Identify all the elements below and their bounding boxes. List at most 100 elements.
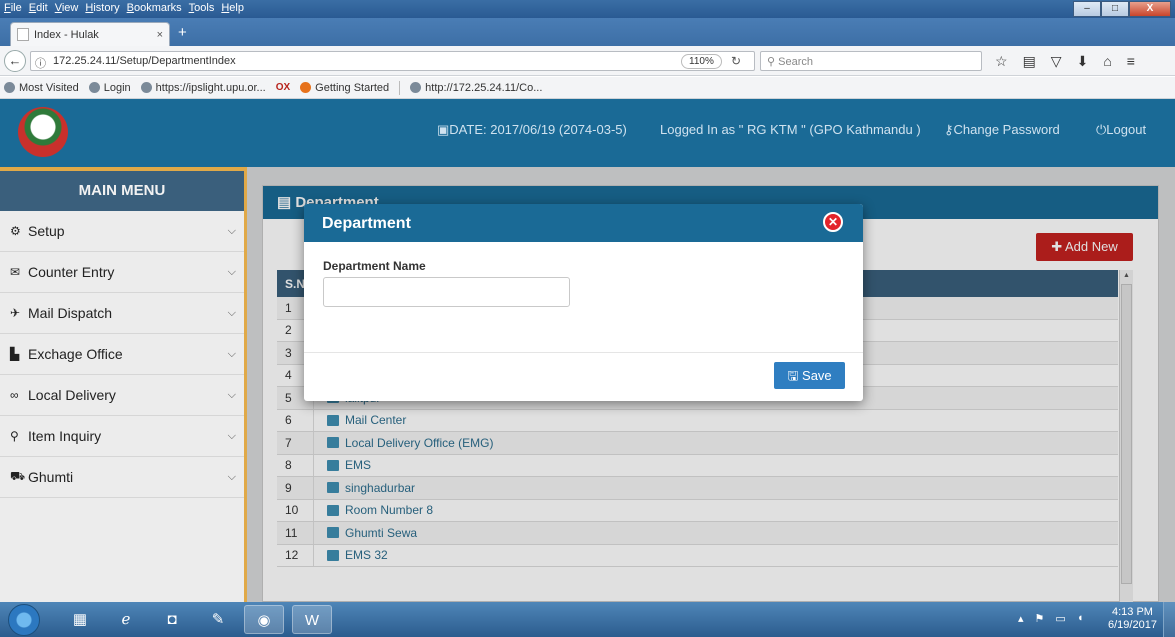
floppy-disk-icon: 🖫	[787, 368, 803, 383]
bookmark-label: https://ipslight.upu.or...	[155, 81, 266, 94]
show-hidden-icons-icon[interactable]: ▴	[1018, 612, 1024, 625]
pocket-icon[interactable]: ▽	[1051, 53, 1062, 70]
url-text: 172.25.24.11/Setup/DepartmentIndex	[53, 55, 236, 67]
clock-date: 6/19/2017	[1108, 619, 1157, 631]
calendar-icon: ▣	[437, 122, 450, 137]
home-icon[interactable]: ⌂	[1103, 53, 1111, 70]
envelope-icon: ✉	[10, 265, 21, 279]
file-explorer-icon[interactable]: ▦	[60, 605, 100, 634]
close-icon[interactable]: ✕	[823, 212, 843, 232]
info-icon[interactable]: ⓘ	[35, 55, 46, 71]
word-icon[interactable]: W	[292, 605, 332, 634]
bookmark-label: http://172.25.24.11/Co...	[425, 81, 543, 94]
search-input[interactable]: ⚲ Search	[760, 51, 982, 71]
bookmark-star-icon[interactable]: ☆	[995, 53, 1008, 70]
close-window-button[interactable]: X	[1129, 1, 1171, 17]
key-icon: ⚷	[944, 122, 954, 137]
department-name-label: Department Name	[323, 259, 426, 273]
menu-edit[interactable]: Edit	[29, 2, 48, 14]
network-icon[interactable]: ▭	[1055, 612, 1065, 625]
change-password-label: Change Password	[953, 122, 1060, 137]
sidebar-item-local-delivery[interactable]: ∞ Local Delivery ⌵	[0, 375, 244, 416]
browser-menubar: File Edit View History Bookmarks Tools H…	[0, 0, 1175, 18]
menu-tools[interactable]: Tools	[189, 2, 215, 14]
url-bar[interactable]: ⓘ 172.25.24.11/Setup/DepartmentIndex 110…	[30, 51, 755, 71]
bookmark-getting-started[interactable]: Getting Started	[300, 82, 389, 94]
bookmark-most-visited[interactable]: Most Visited	[4, 82, 79, 94]
reload-icon[interactable]: ↻	[731, 54, 741, 68]
menu-file[interactable]: File	[4, 2, 22, 14]
menu-view[interactable]: View	[55, 2, 79, 14]
main-menu-title: MAIN MENU	[0, 167, 244, 211]
sidebar-item-exchage-office[interactable]: ▙ Exchage Office ⌵	[0, 334, 244, 375]
internet-explorer-icon[interactable]: ℯ	[106, 605, 146, 634]
sidebar-item-label: Counter Entry	[28, 264, 115, 280]
system-tray: ▴ ⚑ ▭ ◖	[1018, 612, 1083, 625]
menu-history[interactable]: History	[85, 2, 119, 14]
bookmark-login[interactable]: Login	[88, 82, 131, 94]
clock-time: 4:13 PM	[1111, 606, 1153, 618]
firefox-taskbar-icon[interactable]: ◉	[244, 605, 284, 634]
bookmark-ipslight[interactable]: https://ipslight.upu.or...	[140, 81, 266, 94]
tab-close-icon[interactable]: ×	[157, 29, 163, 41]
tab-index-hulak[interactable]: Index - Hulak ×	[10, 22, 170, 46]
back-button[interactable]: ←	[4, 50, 26, 72]
sidebar-item-ghumti[interactable]: ⛟ Ghumti ⌵	[0, 457, 244, 498]
taskbar-clock[interactable]: 4:13 PM 6/19/2017	[1108, 606, 1157, 632]
maximize-button[interactable]: □	[1101, 1, 1129, 17]
globe-icon	[88, 82, 100, 93]
start-button[interactable]	[8, 604, 40, 636]
volume-icon[interactable]: ◖	[1077, 612, 1084, 625]
outlook-icon[interactable]: ◘	[152, 605, 192, 634]
modal-header: Department	[304, 204, 863, 242]
sidebar-item-label: Ghumti	[28, 469, 74, 485]
logged-in-user: Logged In as " RG KTM " (GPO Kathmandu )	[660, 122, 921, 137]
date-text: DATE: 2017/06/19 (2074-03-5)	[449, 122, 627, 137]
globe-icon	[410, 82, 422, 93]
zoom-indicator[interactable]: 110%	[681, 54, 722, 69]
department-name-input[interactable]	[323, 277, 570, 307]
logout-label: Logout	[1106, 122, 1147, 137]
sidebar-item-setup[interactable]: ⚙ Setup ⌵	[0, 211, 244, 252]
power-icon: ⏻	[1096, 122, 1107, 137]
car-icon: ⛟	[10, 469, 26, 483]
app-header: ▣DATE: 2017/06/19 (2074-03-5) Logged In …	[0, 99, 1175, 167]
menu-items: File Edit View History Bookmarks Tools H…	[4, 2, 244, 14]
show-desktop-button[interactable]	[1163, 602, 1175, 637]
bookmark-label: Getting Started	[315, 81, 390, 94]
bookmark-separator	[399, 80, 401, 95]
header-date: ▣DATE: 2017/06/19 (2074-03-5)	[437, 122, 627, 138]
change-password-link[interactable]: ⚷Change Password	[944, 122, 1060, 138]
hamburger-menu-icon[interactable]: ≡	[1127, 53, 1135, 70]
sidebar-item-counter-entry[interactable]: ✉ Counter Entry ⌵	[0, 252, 244, 293]
minimize-button[interactable]: –	[1073, 1, 1101, 17]
chevron-down-icon: ⌵	[227, 306, 236, 319]
menu-bookmarks[interactable]: Bookmarks	[127, 2, 182, 14]
logout-link[interactable]: ⏻Logout	[1096, 122, 1146, 138]
flag-icon[interactable]: ⚑	[1035, 612, 1045, 625]
bookmark-172[interactable]: http://172.25.24.11/Co...	[410, 82, 542, 94]
sidebar-item-mail-dispatch[interactable]: ✈ Mail Dispatch ⌵	[0, 293, 244, 334]
menu-help[interactable]: Help	[221, 2, 244, 14]
download-icon[interactable]: ⬇	[1077, 53, 1089, 70]
bookmarks-toolbar: Most Visited Login https://ipslight.upu.…	[0, 77, 1175, 99]
reading-list-icon[interactable]: ▤	[1023, 53, 1036, 70]
globe-icon	[140, 82, 152, 93]
sidebar-item-label: Setup	[28, 223, 65, 239]
new-tab-button[interactable]: +	[178, 24, 187, 41]
bookmark-ox[interactable]: OX	[276, 82, 290, 93]
sidebar-item-label: Local Delivery	[28, 387, 116, 403]
chevron-down-icon: ⌵	[227, 388, 236, 401]
cogs-icon: ⚙	[10, 224, 21, 238]
save-button[interactable]: 🖫 Save	[774, 362, 845, 389]
toolbar-icons: ☆ ▤ ▽ ⬇ ⌂ ≡	[995, 53, 1135, 70]
sidebar-item-item-inquiry[interactable]: ⚲ Item Inquiry ⌵	[0, 416, 244, 457]
paint-icon[interactable]: ✎	[198, 605, 238, 634]
windows-taskbar: ▦ ℯ ◘ ✎ ◉ W ▴ ⚑ ▭ ◖ 4:13 PM 6/19/2017	[0, 602, 1175, 637]
navigation-bar: ← ⓘ 172.25.24.11/Setup/DepartmentIndex 1…	[0, 46, 1175, 76]
modal-title: Department	[322, 215, 411, 232]
bicycle-icon: ∞	[10, 388, 19, 402]
bookmark-label: Most Visited	[19, 81, 79, 94]
search-placeholder: Search	[778, 56, 813, 68]
chevron-down-icon: ⌵	[227, 224, 236, 237]
